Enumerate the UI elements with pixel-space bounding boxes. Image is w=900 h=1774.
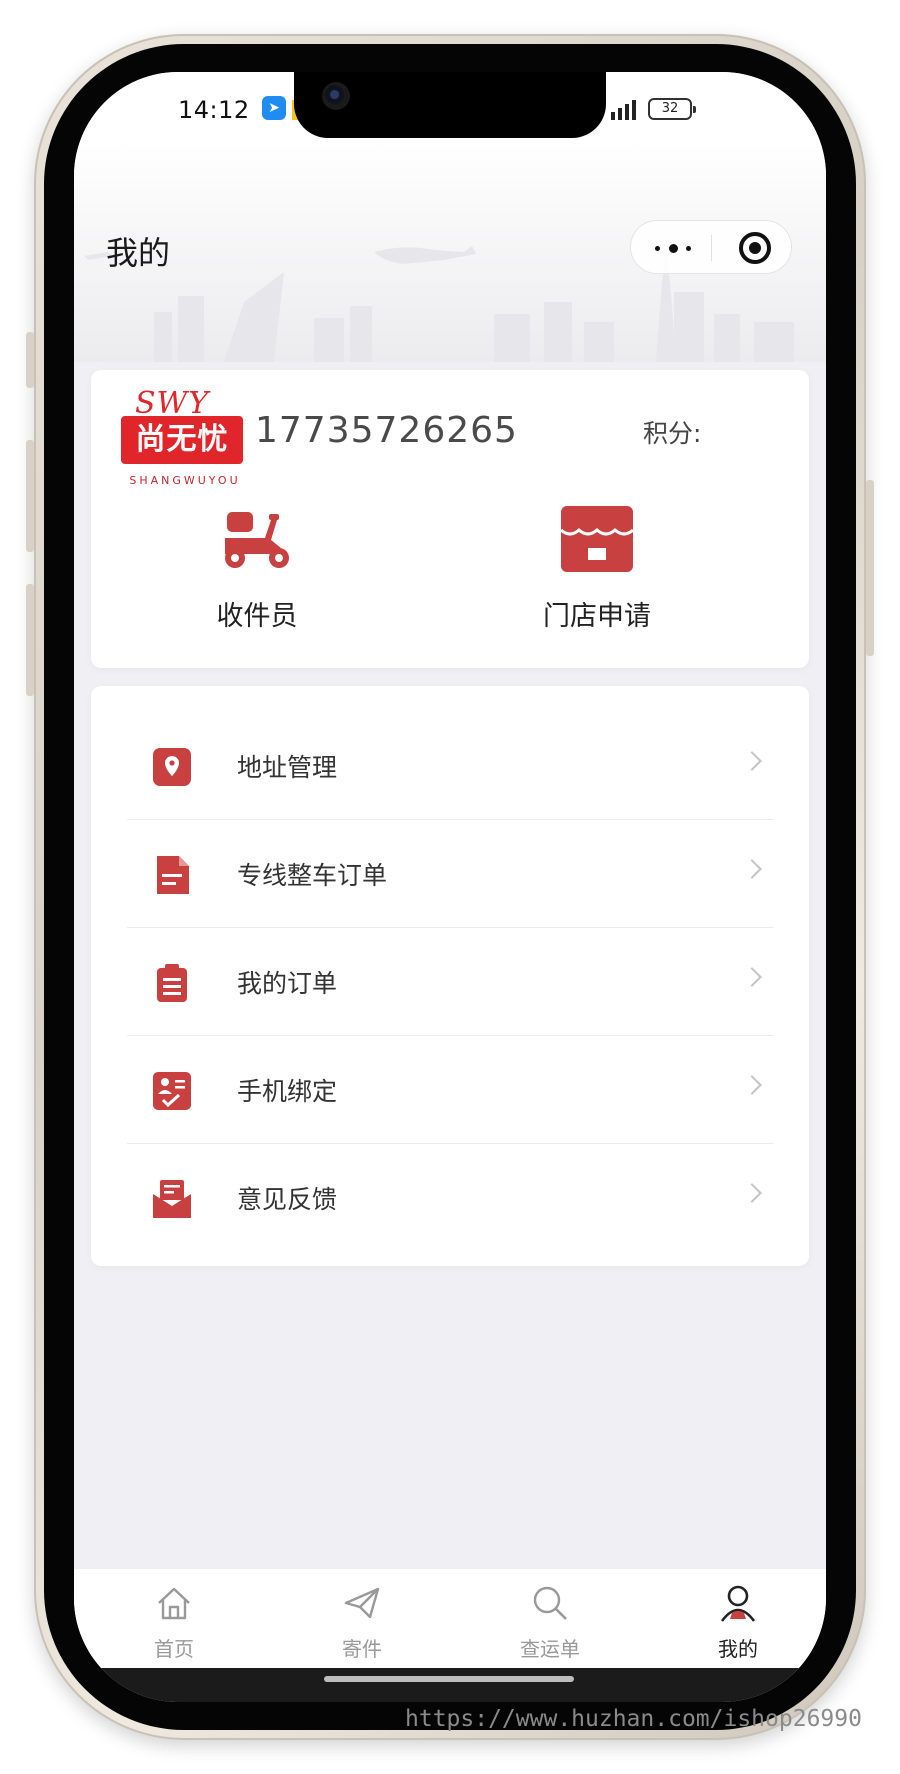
menu-label-address: 地址管理 (237, 753, 338, 782)
watermark-url: https://www.huzhan.com/ishop26990 (405, 1706, 862, 1732)
bottom-tab-bar: 首页 寄件 查运单 我的 (74, 1568, 826, 1668)
mute-switch (26, 332, 34, 388)
feedback-mail-icon (153, 1180, 191, 1218)
menu-label-my-orders: 我的订单 (237, 969, 338, 998)
brand-logo: SWY 尚无忧 SHANGWUYOU (121, 388, 245, 492)
menu-item-feedback[interactable]: 意见反馈 (127, 1144, 773, 1252)
tab-mine-label: 我的 (718, 1637, 758, 1661)
home-icon (158, 1587, 190, 1620)
header-background: 我的 (74, 142, 826, 362)
logo-sub-text: SHANGWUYOU (129, 474, 241, 487)
profile-card: SWY 尚无忧 SHANGWUYOU 17735726265 积分: 收件员 门… (91, 370, 809, 668)
home-indicator[interactable] (324, 1676, 574, 1682)
location-pin-icon (153, 748, 191, 786)
id-check-icon (153, 1072, 191, 1110)
menu-item-address[interactable]: 地址管理 (127, 712, 773, 820)
points-label[interactable]: 积分: (643, 414, 701, 450)
volume-down-button (26, 584, 34, 696)
menu-item-phone-binding[interactable]: 手机绑定 (127, 1036, 773, 1144)
menu-label-phone-binding: 手机绑定 (237, 1077, 338, 1106)
power-button (866, 480, 874, 656)
logo-main-text: 尚无忧 (121, 416, 243, 464)
user-phone-number: 17735726265 (255, 410, 518, 451)
store-apply-label: 门店申请 (543, 601, 651, 632)
camera-notch (294, 72, 606, 138)
menu-item-dedicated-line-order[interactable]: 专线整车订单 (127, 820, 773, 928)
clipboard-list-icon (157, 964, 187, 1002)
screenshot-stage: 14:12 ➤ 32 我的 SWY 尚无忧 SHANGWUYOU 1773572… (0, 0, 900, 1774)
home-indicator-area (74, 1668, 826, 1702)
scooter-icon (225, 512, 289, 568)
menu-label-dedicated-line-order: 专线整车订单 (237, 861, 388, 890)
page-title: 我的 (106, 234, 171, 272)
tab-mine[interactable]: 我的 (678, 1583, 798, 1667)
tab-home[interactable]: 首页 (114, 1583, 234, 1667)
tab-track[interactable]: 查运单 (490, 1583, 610, 1667)
user-icon (720, 1585, 756, 1622)
phone-screen: 14:12 ➤ 32 我的 SWY 尚无忧 SHANGWUYOU 1773572… (74, 72, 826, 1702)
chevron-right-icon (742, 751, 762, 771)
tab-send[interactable]: 寄件 (302, 1583, 422, 1667)
volume-up-button (26, 440, 34, 552)
tab-track-label: 查运单 (520, 1637, 580, 1661)
chevron-right-icon (742, 1075, 762, 1095)
chevron-right-icon (742, 967, 762, 987)
tab-send-label: 寄件 (342, 1637, 382, 1661)
menu-item-my-orders[interactable]: 我的订单 (127, 928, 773, 1036)
chevron-right-icon (742, 859, 762, 879)
status-time: 14:12 (178, 96, 250, 124)
app-notification-icon: ➤ (262, 96, 286, 120)
capsule-divider (711, 235, 712, 261)
front-camera (322, 82, 350, 110)
more-options-button[interactable] (653, 237, 693, 259)
courier-label: 收件员 (216, 601, 298, 632)
menu-card: 地址管理 专线整车订单 我的订单 手机绑定 意见反馈 (91, 686, 809, 1266)
miniprogram-capsule (630, 220, 792, 274)
paper-plane-icon (344, 1587, 380, 1619)
store-apply-entry[interactable]: 门店申请 (487, 500, 707, 640)
courier-entry[interactable]: 收件员 (147, 500, 367, 640)
chevron-right-icon (742, 1183, 762, 1203)
document-icon (157, 856, 189, 894)
signal-icon-2 (611, 98, 636, 120)
menu-label-feedback: 意见反馈 (237, 1185, 338, 1214)
search-icon (533, 1586, 567, 1620)
menu-list: 地址管理 专线整车订单 我的订单 手机绑定 意见反馈 (127, 712, 773, 1252)
tab-home-label: 首页 (154, 1637, 194, 1661)
storefront-icon (560, 506, 634, 572)
close-miniprogram-button[interactable] (739, 232, 771, 264)
battery-icon: 32 (648, 98, 696, 120)
